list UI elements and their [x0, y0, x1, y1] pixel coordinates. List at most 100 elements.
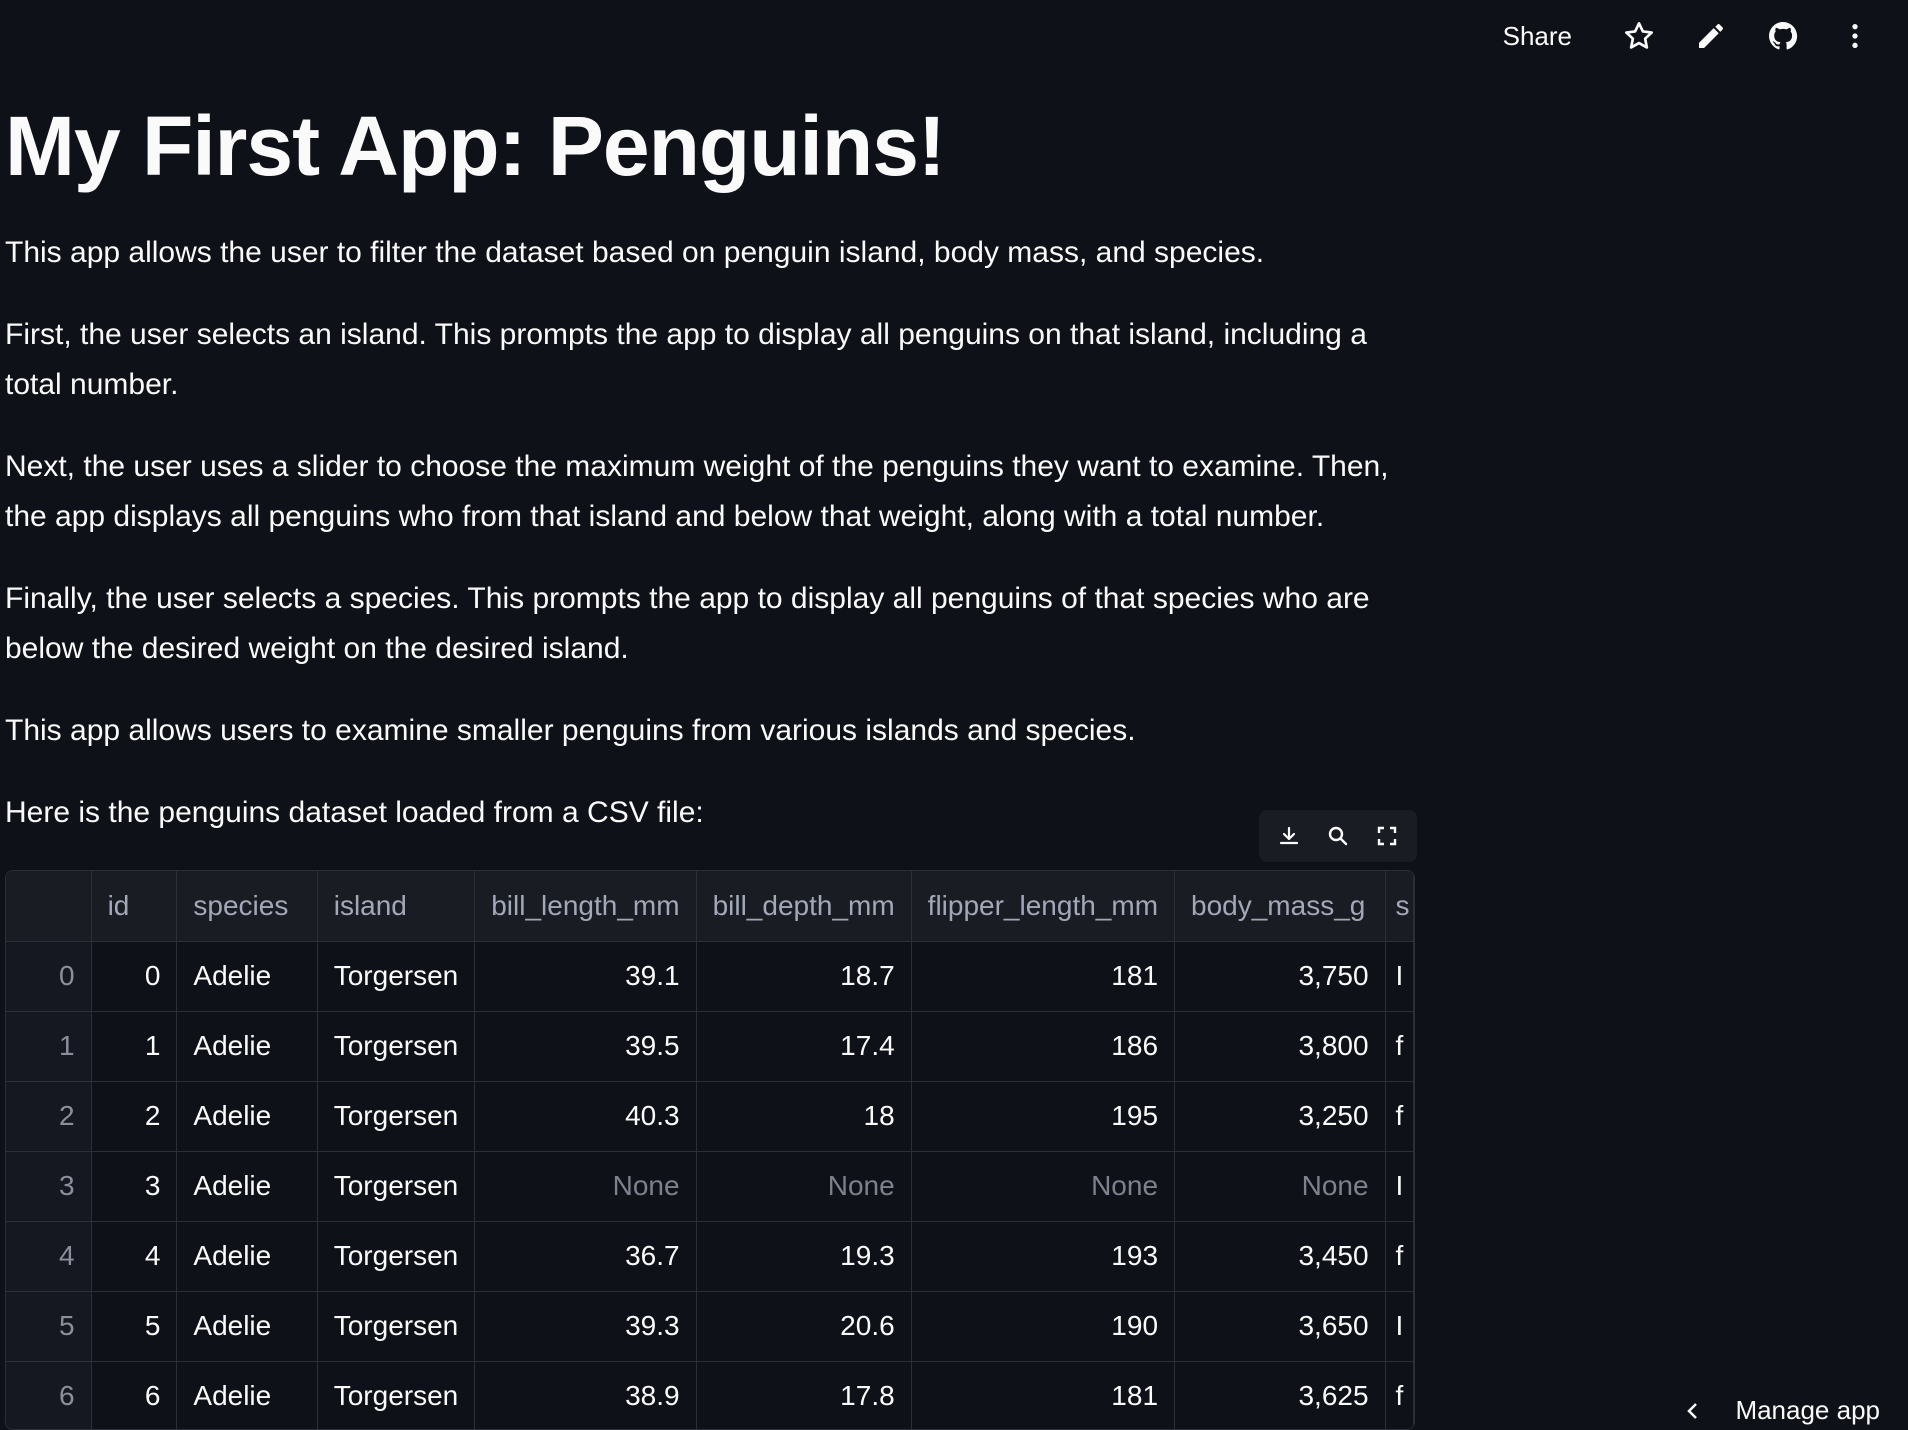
column-header-index[interactable]	[6, 871, 91, 941]
cell-bill-depth[interactable]: 18	[696, 1081, 911, 1151]
data-table: id species island bill_length_mm bill_de…	[6, 871, 1414, 1430]
cell-island[interactable]: Torgersen	[317, 1011, 475, 1081]
column-header-species[interactable]: species	[177, 871, 317, 941]
table-row[interactable]: 11AdelieTorgersen39.517.41863,800f	[6, 1011, 1414, 1081]
cell-id[interactable]: 2	[91, 1081, 177, 1151]
cell-species[interactable]: Adelie	[177, 1291, 317, 1361]
more-vertical-icon[interactable]	[1830, 14, 1880, 58]
manage-app-label: Manage app	[1735, 1395, 1880, 1426]
cell-flipper-length[interactable]: None	[911, 1151, 1174, 1221]
cell-sex[interactable]: I	[1385, 1151, 1413, 1221]
star-icon[interactable]	[1614, 14, 1664, 58]
cell-bill-depth[interactable]: None	[696, 1151, 911, 1221]
cell-id[interactable]: 5	[91, 1291, 177, 1361]
app-toolbar: Share	[1503, 14, 1880, 58]
cell-row-index[interactable]: 6	[6, 1361, 91, 1430]
cell-island[interactable]: Torgersen	[317, 1081, 475, 1151]
cell-flipper-length[interactable]: 193	[911, 1221, 1174, 1291]
cell-island[interactable]: Torgersen	[317, 1361, 475, 1430]
cell-sex[interactable]: f	[1385, 1221, 1413, 1291]
cell-row-index[interactable]: 0	[6, 941, 91, 1011]
cell-id[interactable]: 6	[91, 1361, 177, 1430]
cell-sex[interactable]: I	[1385, 1291, 1413, 1361]
cell-flipper-length[interactable]: 181	[911, 1361, 1174, 1430]
cell-body-mass[interactable]: 3,250	[1175, 1081, 1386, 1151]
cell-row-index[interactable]: 2	[6, 1081, 91, 1151]
column-header-body-mass[interactable]: body_mass_g	[1175, 871, 1386, 941]
cell-body-mass[interactable]: 3,750	[1175, 941, 1386, 1011]
column-header-bill-length[interactable]: bill_length_mm	[475, 871, 696, 941]
table-row[interactable]: 00AdelieTorgersen39.118.71813,750I	[6, 941, 1414, 1011]
column-header-id[interactable]: id	[91, 871, 177, 941]
cell-row-index[interactable]: 4	[6, 1221, 91, 1291]
slider-paragraph: Next, the user uses a slider to choose t…	[5, 442, 1405, 542]
table-row[interactable]: 44AdelieTorgersen36.719.31933,450f	[6, 1221, 1414, 1291]
cell-bill-length[interactable]: 39.5	[475, 1011, 696, 1081]
cell-bill-depth[interactable]: 18.7	[696, 941, 911, 1011]
cell-id[interactable]: 1	[91, 1011, 177, 1081]
cell-id[interactable]: 0	[91, 941, 177, 1011]
cell-species[interactable]: Adelie	[177, 1221, 317, 1291]
cell-flipper-length[interactable]: 181	[911, 941, 1174, 1011]
cell-bill-depth[interactable]: 17.4	[696, 1011, 911, 1081]
cell-body-mass[interactable]: 3,450	[1175, 1221, 1386, 1291]
cell-sex[interactable]: I	[1385, 941, 1413, 1011]
cell-body-mass[interactable]: 3,650	[1175, 1291, 1386, 1361]
chevron-left-icon	[1681, 1399, 1705, 1423]
cell-bill-depth[interactable]: 19.3	[696, 1221, 911, 1291]
cell-species[interactable]: Adelie	[177, 1361, 317, 1430]
cell-island[interactable]: Torgersen	[317, 941, 475, 1011]
cell-bill-length[interactable]: 38.9	[475, 1361, 696, 1430]
cell-bill-length[interactable]: 40.3	[475, 1081, 696, 1151]
cell-bill-depth[interactable]: 17.8	[696, 1361, 911, 1430]
cell-bill-length[interactable]: None	[475, 1151, 696, 1221]
cell-species[interactable]: Adelie	[177, 941, 317, 1011]
cell-flipper-length[interactable]: 190	[911, 1291, 1174, 1361]
fullscreen-icon[interactable]	[1367, 816, 1407, 856]
cell-row-index[interactable]: 3	[6, 1151, 91, 1221]
island-paragraph: First, the user selects an island. This …	[5, 310, 1405, 410]
column-header-flipper-length[interactable]: flipper_length_mm	[911, 871, 1174, 941]
table-row[interactable]: 55AdelieTorgersen39.320.61903,650I	[6, 1291, 1414, 1361]
cell-island[interactable]: Torgersen	[317, 1221, 475, 1291]
intro-paragraph: This app allows the user to filter the d…	[5, 228, 1405, 278]
cell-id[interactable]: 4	[91, 1221, 177, 1291]
cell-bill-length[interactable]: 36.7	[475, 1221, 696, 1291]
table-header-row: id species island bill_length_mm bill_de…	[6, 871, 1414, 941]
cell-species[interactable]: Adelie	[177, 1011, 317, 1081]
github-icon[interactable]	[1758, 14, 1808, 58]
column-header-bill-depth[interactable]: bill_depth_mm	[696, 871, 911, 941]
cell-id[interactable]: 3	[91, 1151, 177, 1221]
column-header-sex[interactable]: s	[1385, 871, 1413, 941]
cell-body-mass[interactable]: None	[1175, 1151, 1386, 1221]
cell-body-mass[interactable]: 3,625	[1175, 1361, 1386, 1430]
manage-app-button[interactable]: Manage app	[1681, 1395, 1880, 1426]
summary-paragraph: This app allows users to examine smaller…	[5, 706, 1405, 756]
cell-species[interactable]: Adelie	[177, 1151, 317, 1221]
dataframe-toolbar	[1259, 810, 1417, 862]
cell-island[interactable]: Torgersen	[317, 1151, 475, 1221]
table-row[interactable]: 22AdelieTorgersen40.3181953,250f	[6, 1081, 1414, 1151]
cell-row-index[interactable]: 5	[6, 1291, 91, 1361]
search-icon[interactable]	[1318, 816, 1358, 856]
cell-island[interactable]: Torgersen	[317, 1291, 475, 1361]
download-icon[interactable]	[1269, 816, 1309, 856]
cell-flipper-length[interactable]: 195	[911, 1081, 1174, 1151]
table-row[interactable]: 66AdelieTorgersen38.917.81813,625f	[6, 1361, 1414, 1430]
cell-bill-length[interactable]: 39.1	[475, 941, 696, 1011]
penguins-dataframe[interactable]: id species island bill_length_mm bill_de…	[5, 870, 1415, 1430]
cell-sex[interactable]: f	[1385, 1011, 1413, 1081]
cell-flipper-length[interactable]: 186	[911, 1011, 1174, 1081]
column-header-island[interactable]: island	[317, 871, 475, 941]
pencil-icon[interactable]	[1686, 14, 1736, 58]
cell-body-mass[interactable]: 3,800	[1175, 1011, 1386, 1081]
cell-sex[interactable]: f	[1385, 1361, 1413, 1430]
cell-row-index[interactable]: 1	[6, 1011, 91, 1081]
share-button[interactable]: Share	[1503, 21, 1572, 52]
table-row[interactable]: 33AdelieTorgersenNoneNoneNoneNoneI	[6, 1151, 1414, 1221]
cell-species[interactable]: Adelie	[177, 1081, 317, 1151]
cell-bill-depth[interactable]: 20.6	[696, 1291, 911, 1361]
cell-sex[interactable]: f	[1385, 1081, 1413, 1151]
dataset-caption: Here is the penguins dataset loaded from…	[5, 788, 1405, 838]
cell-bill-length[interactable]: 39.3	[475, 1291, 696, 1361]
